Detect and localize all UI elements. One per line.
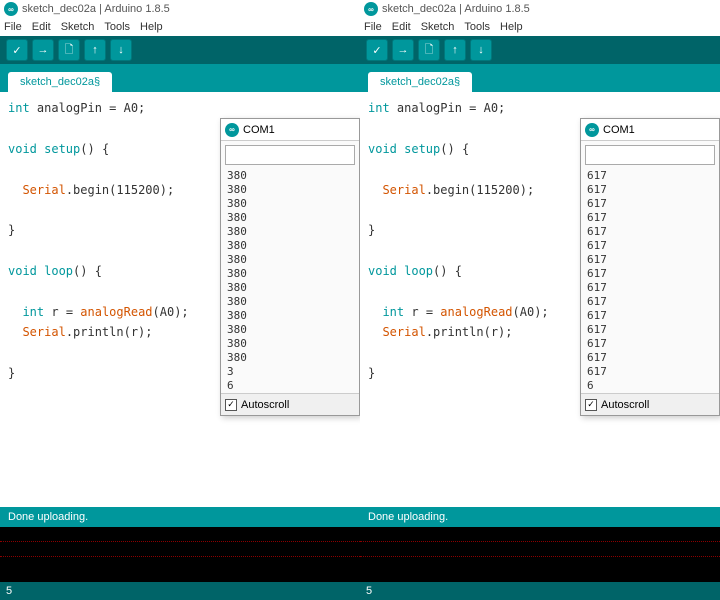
bottom-bar: 5 [360, 582, 720, 600]
save-button[interactable]: ↓ [110, 39, 132, 61]
window-title: sketch_dec02a | Arduino 1.8.5 [382, 3, 530, 15]
serial-port-label: COM1 [243, 124, 275, 136]
autoscroll-checkbox[interactable]: ✓ [585, 399, 597, 411]
menu-tools[interactable]: Tools [104, 21, 130, 33]
serial-output: 6176176176176176176176176176176176176176… [581, 169, 719, 393]
serial-monitor: ∞ COM1 380380380380380380380380380380380… [220, 118, 360, 416]
titlebar: ∞ sketch_dec02a | Arduino 1.8.5 [0, 0, 360, 18]
console [360, 527, 720, 582]
serial-port-label: COM1 [603, 124, 635, 136]
autoscroll-checkbox[interactable]: ✓ [225, 399, 237, 411]
menu-sketch[interactable]: Sketch [61, 21, 95, 33]
menu-sketch[interactable]: Sketch [421, 21, 455, 33]
arduino-logo-icon: ∞ [4, 2, 18, 16]
serial-titlebar: ∞ COM1 [581, 119, 719, 141]
upload-button[interactable]: → [32, 39, 54, 61]
menubar: File Edit Sketch Tools Help [0, 18, 360, 36]
tab-sketch[interactable]: sketch_dec02a§ [368, 72, 472, 92]
status-bar: Done uploading. [0, 507, 360, 527]
arduino-window-left: ∞ sketch_dec02a | Arduino 1.8.5 File Edi… [0, 0, 360, 600]
autoscroll-label: Autoscroll [601, 399, 649, 411]
serial-footer: ✓ Autoscroll [581, 393, 719, 415]
new-button[interactable]: 🗋 [58, 39, 80, 61]
tabbar: sketch_dec02a§ [0, 64, 360, 92]
serial-monitor: ∞ COM1 617617617617617617617617617617617… [580, 118, 720, 416]
menu-tools[interactable]: Tools [464, 21, 490, 33]
arduino-logo-icon: ∞ [585, 123, 599, 137]
serial-input[interactable] [585, 145, 715, 165]
verify-button[interactable]: ✓ [366, 39, 388, 61]
arduino-window-right: ∞ sketch_dec02a | Arduino 1.8.5 File Edi… [360, 0, 720, 600]
open-button[interactable]: ↑ [84, 39, 106, 61]
tabbar: sketch_dec02a§ [360, 64, 720, 92]
menu-edit[interactable]: Edit [392, 21, 411, 33]
serial-footer: ✓ Autoscroll [221, 393, 359, 415]
upload-button[interactable]: → [392, 39, 414, 61]
console [0, 527, 360, 582]
serial-output: 3803803803803803803803803803803803803803… [221, 169, 359, 393]
autoscroll-label: Autoscroll [241, 399, 289, 411]
new-button[interactable]: 🗋 [418, 39, 440, 61]
toolbar: ✓ → 🗋 ↑ ↓ [360, 36, 720, 64]
status-bar: Done uploading. [360, 507, 720, 527]
tab-sketch[interactable]: sketch_dec02a§ [8, 72, 112, 92]
menu-file[interactable]: File [364, 21, 382, 33]
toolbar: ✓ → 🗋 ↑ ↓ [0, 36, 360, 64]
bottom-bar: 5 [0, 582, 360, 600]
menu-help[interactable]: Help [500, 21, 523, 33]
menu-edit[interactable]: Edit [32, 21, 51, 33]
arduino-logo-icon: ∞ [225, 123, 239, 137]
menu-help[interactable]: Help [140, 21, 163, 33]
arduino-logo-icon: ∞ [364, 2, 378, 16]
open-button[interactable]: ↑ [444, 39, 466, 61]
verify-button[interactable]: ✓ [6, 39, 28, 61]
menubar: File Edit Sketch Tools Help [360, 18, 720, 36]
window-title: sketch_dec02a | Arduino 1.8.5 [22, 3, 170, 15]
titlebar: ∞ sketch_dec02a | Arduino 1.8.5 [360, 0, 720, 18]
serial-input[interactable] [225, 145, 355, 165]
serial-titlebar: ∞ COM1 [221, 119, 359, 141]
menu-file[interactable]: File [4, 21, 22, 33]
save-button[interactable]: ↓ [470, 39, 492, 61]
